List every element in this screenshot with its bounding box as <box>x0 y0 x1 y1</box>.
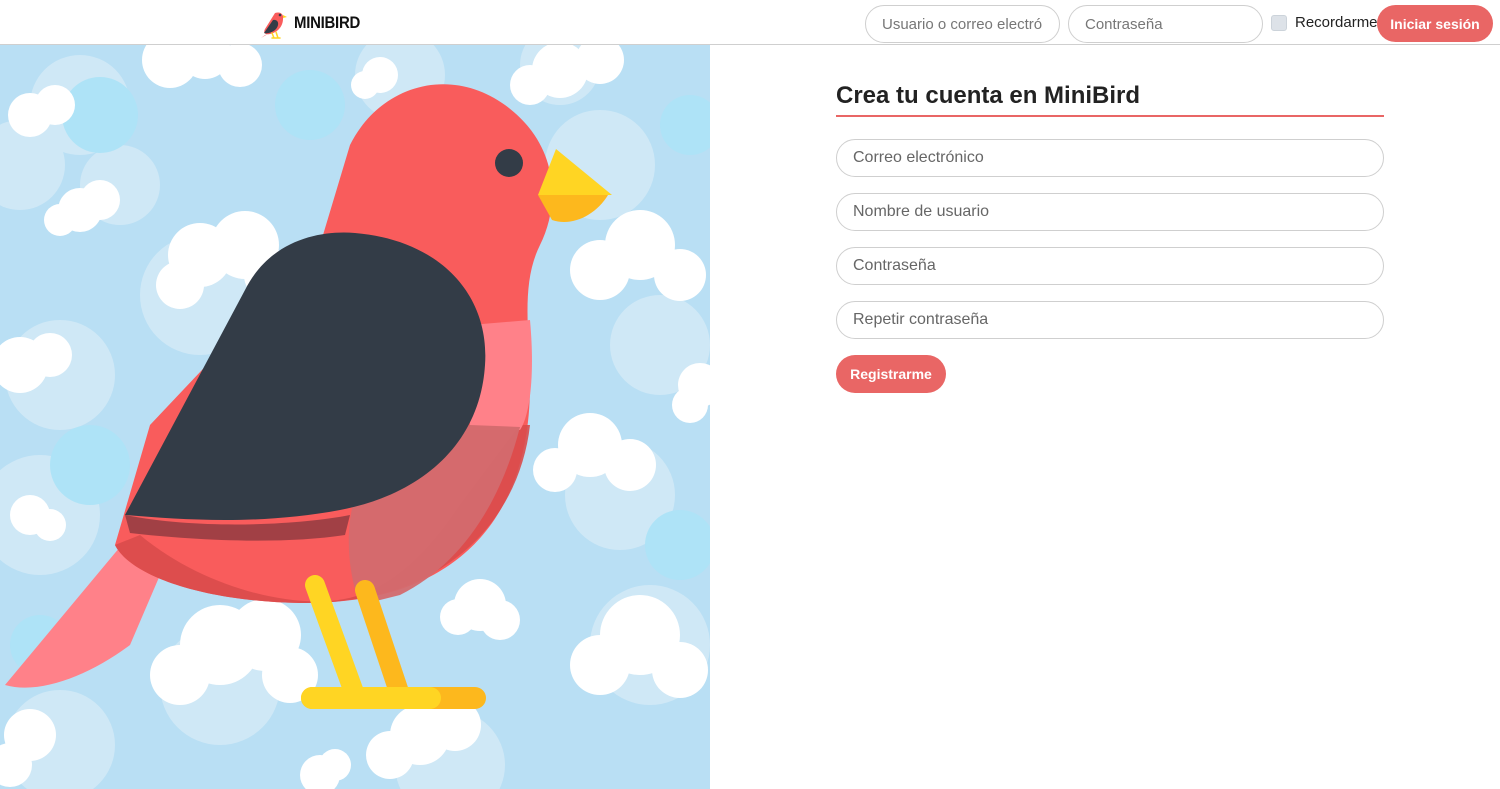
repeat-password-field[interactable] <box>836 301 1384 339</box>
remember-me[interactable]: Recordarme <box>1271 14 1378 31</box>
nav-password-input[interactable] <box>1068 5 1263 43</box>
brand-name: MINIBIRD <box>294 13 361 32</box>
signup-title: Crea tu cuenta en MiniBird <box>836 82 1384 117</box>
remember-label: Recordarme <box>1295 14 1378 31</box>
bird-illustration <box>0 45 710 789</box>
login-button[interactable]: Iniciar sesión <box>1377 5 1493 42</box>
username-field[interactable] <box>836 193 1384 231</box>
brand[interactable]: MINIBIRD <box>259 7 369 39</box>
hero-illustration <box>0 45 710 789</box>
bird-icon <box>261 12 287 39</box>
navbar: MINIBIRD Recordarme Iniciar sesión <box>0 0 1500 45</box>
email-field[interactable] <box>836 139 1384 177</box>
nav-username-input[interactable] <box>865 5 1060 43</box>
register-button[interactable]: Registrarme <box>836 355 946 393</box>
signup-form: Crea tu cuenta en MiniBird Registrarme <box>836 82 1384 393</box>
remember-checkbox[interactable] <box>1271 14 1287 31</box>
password-field[interactable] <box>836 247 1384 285</box>
